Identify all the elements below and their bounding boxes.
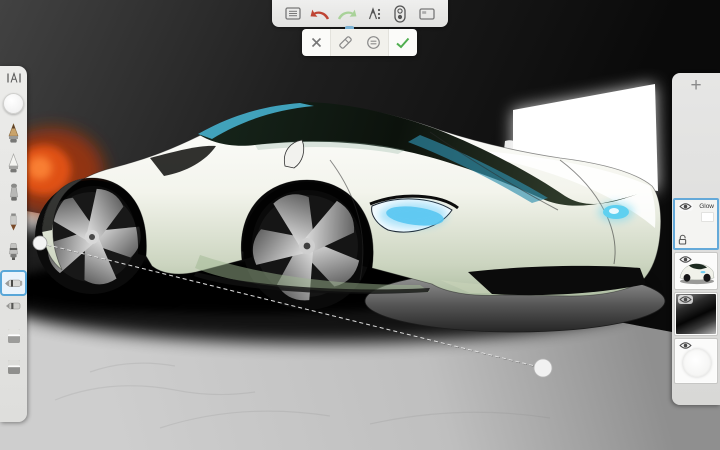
- redo-arrow-icon: [337, 8, 357, 20]
- tool-eraser-soft[interactable]: [0, 328, 27, 344]
- undo-arrow-icon: [310, 8, 330, 20]
- layer-item-backdrop[interactable]: [674, 292, 718, 336]
- layer-visibility-toggle[interactable]: [678, 341, 693, 350]
- color-puck[interactable]: [0, 93, 27, 114]
- tool-marker-flat[interactable]: [0, 300, 27, 312]
- layer-visibility-toggle[interactable]: [678, 202, 693, 211]
- color-puck-swatch: [3, 93, 24, 114]
- layer-visibility-toggle[interactable]: [678, 295, 693, 304]
- tool-ink-pen[interactable]: [0, 212, 27, 232]
- tool-pencil[interactable]: [0, 123, 27, 144]
- menu-button[interactable]: [283, 4, 303, 24]
- cancel-button[interactable]: [302, 29, 330, 56]
- brush-settings-icon: [6, 72, 22, 84]
- confirm-check-icon: [395, 37, 410, 49]
- layer-item-glow[interactable]: Glow: [673, 198, 719, 250]
- guide-handle-end[interactable]: [534, 359, 552, 377]
- top-toolbar: [272, 0, 448, 27]
- layer-label: Glow: [699, 203, 714, 210]
- marker-chisel-icon: [4, 277, 23, 290]
- airbrush-large-icon: [7, 242, 20, 261]
- stroke-style-button[interactable]: [360, 29, 389, 56]
- brush-settings-button[interactable]: [0, 72, 27, 84]
- canvas-frame-icon: [419, 8, 435, 20]
- confirm-button[interactable]: [389, 29, 417, 56]
- layer-lock-toggle[interactable]: [678, 234, 687, 245]
- ellipse-shape: [683, 349, 711, 377]
- drawing-canvas[interactable]: [0, 0, 720, 450]
- ink-pen-icon: [8, 212, 19, 232]
- eraser-button[interactable]: [330, 29, 359, 56]
- eye-icon: [679, 341, 692, 350]
- tool-selection-box: [0, 270, 27, 296]
- symmetry-puck-icon: [394, 5, 406, 23]
- quick-bar-notch: [345, 26, 354, 29]
- brush-editor-icon: [365, 7, 381, 21]
- eye-icon: [679, 202, 692, 211]
- cancel-x-icon: [311, 37, 322, 48]
- canvas-button[interactable]: [417, 4, 437, 24]
- tool-paintbrush[interactable]: [0, 153, 27, 174]
- layer-item-ellipse[interactable]: [674, 338, 718, 384]
- tool-eraser-hard[interactable]: [0, 359, 27, 375]
- airbrush-small-icon: [8, 183, 20, 202]
- eraser-block-soft-icon: [7, 328, 21, 344]
- layers-panel: + Glow: [672, 73, 720, 405]
- quick-bar: [302, 29, 417, 56]
- stroke-circle-icon: [366, 35, 381, 50]
- paint-cone-icon: [7, 153, 20, 174]
- eye-icon: [679, 295, 692, 304]
- eye-icon: [679, 255, 692, 264]
- menu-list-icon: [285, 7, 301, 20]
- layer-color-swatch: [701, 212, 714, 222]
- layer-item-car[interactable]: [674, 252, 718, 290]
- tool-palette: [0, 66, 27, 422]
- guide-handle-start[interactable]: [33, 236, 47, 250]
- eraser-icon: [337, 34, 354, 51]
- undo-button[interactable]: [310, 4, 330, 24]
- redo-button[interactable]: [337, 4, 357, 24]
- tool-airbrush-large[interactable]: [0, 242, 27, 261]
- app-window: + Glow: [0, 0, 720, 450]
- layer-visibility-toggle[interactable]: [678, 255, 693, 264]
- eraser-block-hard-icon: [7, 359, 21, 375]
- brush-editor-button[interactable]: [363, 4, 383, 24]
- pencil-cone-icon: [7, 123, 20, 144]
- tool-airbrush-small[interactable]: [0, 183, 27, 202]
- add-layer-button[interactable]: +: [672, 75, 720, 97]
- unlock-icon: [678, 234, 687, 245]
- marker-flat-icon: [5, 300, 23, 312]
- symmetry-puck-button[interactable]: [390, 4, 410, 24]
- tool-marker-selected[interactable]: [0, 270, 27, 296]
